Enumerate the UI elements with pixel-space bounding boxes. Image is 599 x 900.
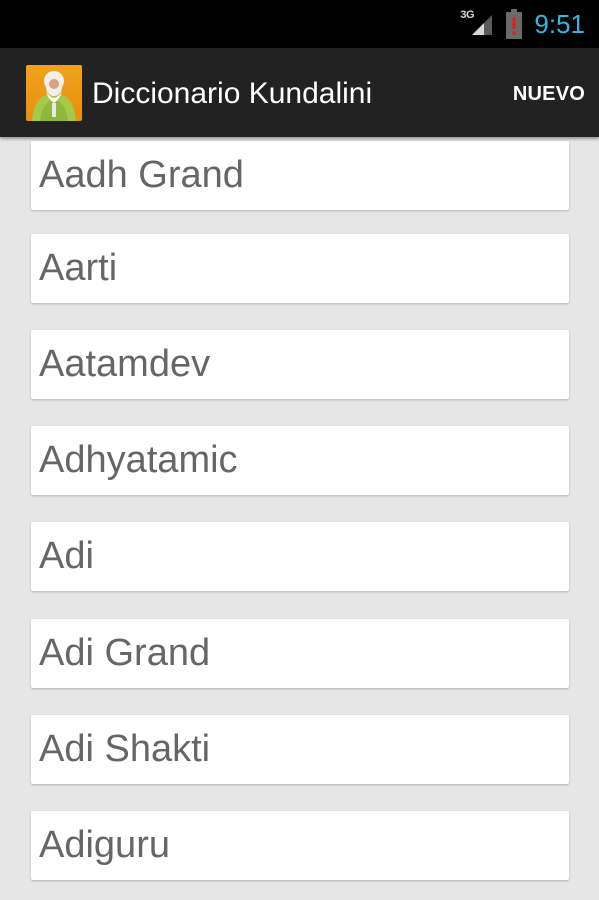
status-bar: 3G 9:51 bbox=[0, 0, 599, 48]
terms-list[interactable]: Aadh Grand Aarti Aatamdev Adhyatamic Adi… bbox=[0, 137, 599, 900]
status-icons: 3G 9:51 bbox=[460, 0, 585, 48]
list-item[interactable]: Adhyatamic bbox=[31, 426, 569, 495]
yogi-app-icon[interactable] bbox=[26, 65, 82, 121]
list-item[interactable]: Adi Grand bbox=[31, 619, 569, 688]
battery-alert-icon bbox=[506, 9, 523, 39]
list-item[interactable]: Adi Shakti bbox=[31, 715, 569, 784]
list-item[interactable]: Adiguru bbox=[31, 811, 569, 880]
list-item[interactable]: Aadh Grand bbox=[31, 141, 569, 210]
signal-icon bbox=[472, 15, 493, 35]
list-item[interactable]: Aarti bbox=[31, 234, 569, 303]
network-indicator: 3G bbox=[460, 9, 494, 39]
list-item[interactable]: Aatamdev bbox=[31, 330, 569, 399]
new-button[interactable]: NUEVO bbox=[513, 48, 585, 137]
status-clock: 9:51 bbox=[534, 9, 585, 39]
action-bar: Diccionario Kundalini NUEVO bbox=[0, 48, 599, 137]
list-item[interactable]: Adi bbox=[31, 522, 569, 591]
app-title: Diccionario Kundalini bbox=[92, 77, 373, 110]
